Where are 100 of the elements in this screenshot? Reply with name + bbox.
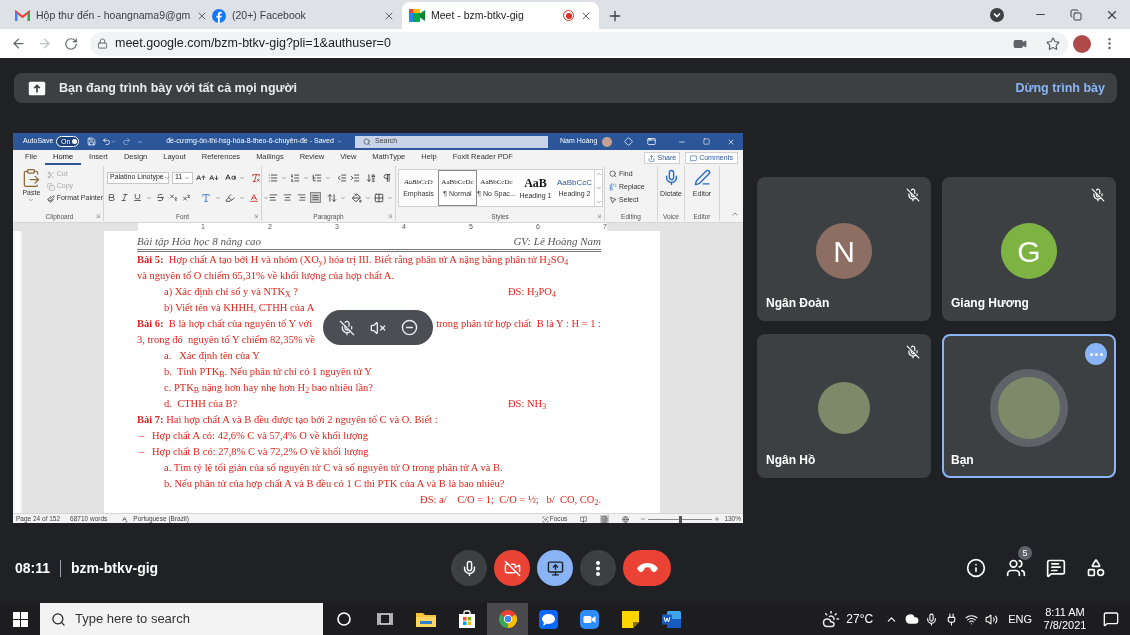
- stop-presenting-link[interactable]: Dừng trình bày: [1015, 78, 1105, 98]
- ribbon-display-icon[interactable]: [647, 137, 657, 146]
- search-icon: [51, 611, 66, 627]
- minimize-icon[interactable]: [400, 319, 418, 336]
- people-icon[interactable]: [1006, 558, 1026, 578]
- clock-time[interactable]: 8:11 AM: [1045, 606, 1085, 619]
- replace-icon: [609, 183, 617, 191]
- shopping-bag-icon: [457, 610, 476, 628]
- participant-name: Bạn: [951, 452, 975, 469]
- increase-indent-icon[interactable]: [350, 172, 360, 183]
- web-layout-icon[interactable]: [621, 514, 631, 523]
- participant-tile[interactable]: G Giang Hương: [942, 177, 1116, 321]
- language-indicator[interactable]: ENG: [1008, 610, 1032, 628]
- clear-formatting-icon[interactable]: [251, 172, 261, 183]
- save-icon[interactable]: [87, 137, 97, 146]
- text-effects-icon[interactable]: [201, 192, 211, 203]
- taskbar-search-field[interactable]: Type here to search: [40, 603, 323, 635]
- reload-icon[interactable]: [64, 36, 78, 51]
- participant-tile[interactable]: Ngân Hồ: [757, 334, 931, 478]
- bold-icon[interactable]: [107, 193, 116, 202]
- chat-logo-icon: [539, 609, 558, 629]
- shading-icon[interactable]: [352, 192, 362, 203]
- slider-thumb[interactable]: [678, 515, 682, 523]
- borders-icon[interactable]: [374, 192, 384, 203]
- task-view-icon[interactable]: [376, 612, 393, 626]
- more-options-button[interactable]: [580, 550, 616, 586]
- diamond-icon[interactable]: [624, 137, 634, 146]
- shapes-icon[interactable]: [1086, 558, 1106, 578]
- browser-tab[interactable]: (20+) Facebook: [205, 2, 402, 29]
- highlighter-icon[interactable]: [225, 192, 235, 203]
- font-color-icon[interactable]: [249, 192, 259, 203]
- list-marker: –: [139, 445, 146, 459]
- align-right-icon[interactable]: [296, 192, 307, 203]
- start-icon[interactable]: [12, 611, 28, 627]
- share-icon: [648, 154, 656, 162]
- bullets-icon[interactable]: [268, 172, 278, 183]
- user-avatar[interactable]: [602, 136, 613, 147]
- align-center-icon[interactable]: [282, 192, 293, 203]
- subscript-icon[interactable]: [169, 193, 178, 202]
- mail-logo-icon: [15, 10, 30, 21]
- document-text: a) Xác định chỉ số y và NTK$_{X}$ ?: [164, 285, 299, 300]
- browser-tab[interactable]: Hộp thư đến - hoangnama9@gm: [8, 2, 205, 29]
- speaker-off-icon[interactable]: [369, 319, 386, 336]
- notifications-icon[interactable]: [1103, 611, 1119, 627]
- read-mode-icon[interactable]: [579, 514, 589, 523]
- align-left-icon[interactable]: [268, 192, 279, 203]
- multilevel-list-icon[interactable]: [312, 172, 322, 183]
- volume-icon[interactable]: [985, 612, 999, 626]
- circle-icon[interactable]: [336, 612, 351, 626]
- profile-avatar[interactable]: [1073, 34, 1091, 53]
- participant-name: Ngân Hồ: [766, 452, 817, 469]
- close-icon[interactable]: [727, 137, 735, 146]
- undo-icon[interactable]: [102, 137, 112, 146]
- bookmark-star-icon[interactable]: [1046, 36, 1060, 51]
- f-logo-icon: [212, 8, 226, 23]
- pointer-icon: [609, 196, 617, 204]
- participant-tile[interactable]: N Ngân Đoàn: [757, 177, 931, 321]
- sort-icon[interactable]: [366, 172, 376, 183]
- change-case-icon[interactable]: [225, 172, 236, 183]
- more-options-button[interactable]: [1085, 343, 1107, 365]
- justify-icon[interactable]: [310, 192, 321, 203]
- line-spacing-icon[interactable]: [327, 192, 337, 203]
- numbering-icon[interactable]: [290, 172, 300, 183]
- maximize-icon[interactable]: [703, 138, 710, 145]
- proofing-icon[interactable]: [121, 515, 129, 523]
- weather-icon: [822, 610, 841, 628]
- pilcrow-icon[interactable]: [382, 172, 392, 183]
- document-text: Bài 6: B là hợp chất của nguyên tố Y với: [137, 317, 313, 331]
- browser-logo-icon: [498, 610, 517, 628]
- strikethrough-icon[interactable]: [156, 193, 165, 202]
- cloud-icon[interactable]: [905, 612, 920, 626]
- meeting-code: bzm-btkv-gig: [71, 558, 159, 578]
- underline-icon[interactable]: [133, 193, 142, 202]
- participant-name: Giang Hương: [951, 295, 1030, 312]
- info-icon[interactable]: [966, 558, 986, 578]
- temperature[interactable]: 27°C: [846, 610, 874, 628]
- search-icon: [363, 137, 371, 146]
- microphone-icon[interactable]: [925, 612, 939, 626]
- browser-tab[interactable]: Meet - bzm-btkv-gig: [402, 2, 599, 29]
- print-layout-icon[interactable]: [600, 514, 610, 523]
- dropdown-icon[interactable]: [990, 7, 1004, 22]
- camera-button[interactable]: [494, 550, 530, 586]
- participant-tile[interactable]: Bạn: [942, 334, 1116, 478]
- participant-name: Ngân Đoàn: [766, 295, 831, 312]
- address-bar[interactable]: meet.google.com/bzm-btkv-gig?pli=1&authuser=0: [90, 31, 1068, 56]
- present-button[interactable]: [537, 550, 573, 586]
- shrink-font-icon[interactable]: [209, 172, 219, 183]
- grow-font-icon[interactable]: [196, 172, 206, 183]
- superscript-icon[interactable]: [182, 193, 191, 202]
- end-call-button[interactable]: [623, 550, 671, 586]
- wifi-icon[interactable]: [965, 612, 979, 626]
- clock-date[interactable]: 7/8/2021: [1043, 619, 1087, 632]
- mic-off-icon[interactable]: [338, 319, 355, 336]
- restore-icon[interactable]: [1070, 8, 1082, 21]
- decrease-indent-icon[interactable]: [337, 172, 347, 183]
- collapse-ribbon-icon[interactable]: [731, 210, 739, 218]
- back-icon[interactable]: [10, 36, 26, 51]
- italic-icon[interactable]: [120, 193, 129, 202]
- chat-icon[interactable]: [1046, 558, 1066, 578]
- microphone-button[interactable]: [451, 550, 487, 586]
